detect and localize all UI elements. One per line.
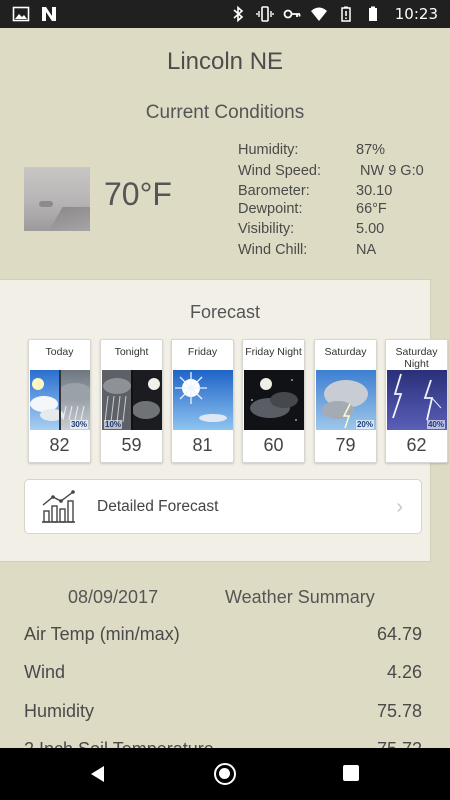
precip-chance: 10% — [104, 420, 123, 429]
forecast-temp: 79 — [335, 435, 356, 455]
condition-label: Dewpoint: — [238, 200, 303, 217]
summary-value: 4.26 — [386, 662, 422, 682]
summary-row: 2 Inch Soil Temperature 75.72 — [24, 739, 422, 748]
conditions-list: Humidity: 87% Wind Speed: NW 9 G:0 Barome… — [238, 142, 438, 262]
navigation-bar — [0, 748, 450, 800]
vibrate-icon — [256, 6, 274, 22]
summary-value: 75.72 — [377, 739, 422, 748]
detailed-forecast-label: Detailed Forecast — [97, 498, 219, 515]
bar-chart-icon — [42, 490, 75, 523]
chevron-right-icon: › — [396, 496, 403, 518]
forecast-card-saturday[interactable]: Saturday 20% 79 — [314, 339, 377, 463]
detailed-forecast-button[interactable]: Detailed Forecast › — [24, 479, 422, 534]
forecast-card-friday[interactable]: Friday 81 — [171, 339, 234, 463]
forecast-day: Tonight — [114, 346, 149, 358]
forecast-card-saturday-night[interactable]: Saturday Night 40% 62 — [385, 339, 448, 463]
battery-alert-icon — [341, 6, 351, 22]
forecast-panel: Forecast Today 30% 82 Tonight 10% 59 Fri… — [0, 279, 448, 562]
thunderstorm-night-icon: 40% — [387, 370, 447, 430]
forecast-card-friday-night[interactable]: Friday Night 60 — [242, 339, 305, 463]
condition-value: 5.00 — [356, 221, 385, 237]
condition-row: Humidity: 87% — [238, 142, 438, 163]
condition-row: Visibility: 5.00 — [238, 221, 438, 242]
summary-title: Weather Summary — [225, 587, 375, 607]
condition-value: 66°F — [356, 200, 387, 217]
current-weather-photo[interactable] — [24, 167, 90, 231]
n-app-icon — [42, 7, 56, 21]
condition-row: Wind Speed: NW 9 G:0 — [238, 163, 438, 184]
condition-row: Dewpoint: 66°F — [238, 201, 438, 222]
summary-label: Wind — [24, 662, 66, 682]
precip-chance: 30% — [69, 420, 88, 429]
forecast-day: Friday — [187, 346, 218, 358]
summary-row: Humidity 75.78 — [24, 701, 422, 727]
forecast-card-tonight[interactable]: Tonight 10% 59 — [100, 339, 163, 463]
forecast-day: Saturday Night — [395, 346, 438, 370]
image-icon — [12, 6, 30, 22]
forecast-temp: 59 — [121, 435, 142, 455]
forecast-title: Forecast — [189, 302, 261, 322]
precip-chance: 40% — [426, 420, 445, 429]
condition-label: Wind Speed: — [238, 162, 322, 179]
summary-label: Air Temp (min/max) — [24, 624, 180, 644]
summary-value: 64.79 — [376, 624, 422, 644]
forecast-temp: 82 — [49, 435, 70, 455]
partly-cloudy-night-icon — [244, 370, 304, 430]
forecast-day: Today — [45, 346, 74, 358]
summary-list: Air Temp (min/max) 64.79 Wind 4.26 Humid… — [0, 612, 450, 748]
summary-date: 08/09/2017 — [68, 587, 159, 607]
summary-row: Wind 4.26 — [24, 662, 422, 688]
forecast-day: Saturday — [324, 346, 367, 358]
condition-label: Humidity: — [238, 142, 299, 158]
forecast-day: Friday Night — [245, 346, 302, 358]
condition-value: NW 9 G:0 — [356, 162, 424, 179]
bluetooth-icon — [233, 5, 243, 23]
forecast-card-today[interactable]: Today 30% 82 — [28, 339, 91, 463]
home-icon[interactable] — [214, 763, 236, 785]
city-name: Lincoln NE — [166, 48, 284, 75]
condition-label: Visibility: — [238, 221, 295, 237]
sunny-icon — [173, 370, 233, 430]
wifi-icon — [310, 7, 327, 21]
condition-label: Barometer: — [238, 183, 310, 199]
condition-label: Wind Chill: — [238, 241, 308, 258]
forecast-temp: 60 — [263, 435, 284, 455]
vpn-key-icon — [283, 9, 301, 19]
current-conditions-title: Current Conditions — [145, 102, 305, 123]
partly-cloudy-to-showers-icon: 30% — [30, 370, 90, 430]
back-icon[interactable] — [88, 764, 108, 784]
night-rain-to-partly-cloudy-icon: 10% — [102, 370, 162, 430]
condition-value: NA — [356, 241, 377, 258]
clock: 10:23 — [394, 5, 438, 23]
summary-label: 2 Inch Soil Temperature — [24, 739, 214, 748]
current-temperature: 70°F — [104, 176, 172, 212]
thunderstorm-chance-icon: 20% — [316, 370, 376, 430]
condition-value: 30.10 — [356, 183, 393, 199]
precip-chance: 20% — [355, 420, 374, 429]
status-bar: 10:23 — [0, 0, 450, 28]
condition-value: 87% — [356, 142, 386, 158]
condition-row: Wind Chill: NA — [238, 242, 438, 263]
battery-icon — [368, 6, 377, 21]
forecast-temp: 81 — [192, 435, 213, 455]
forecast-temp: 62 — [406, 435, 427, 455]
recents-icon[interactable] — [343, 765, 359, 781]
summary-label: Humidity — [24, 701, 95, 721]
summary-value: 75.78 — [376, 701, 422, 721]
summary-row: Air Temp (min/max) 64.79 — [24, 624, 422, 650]
